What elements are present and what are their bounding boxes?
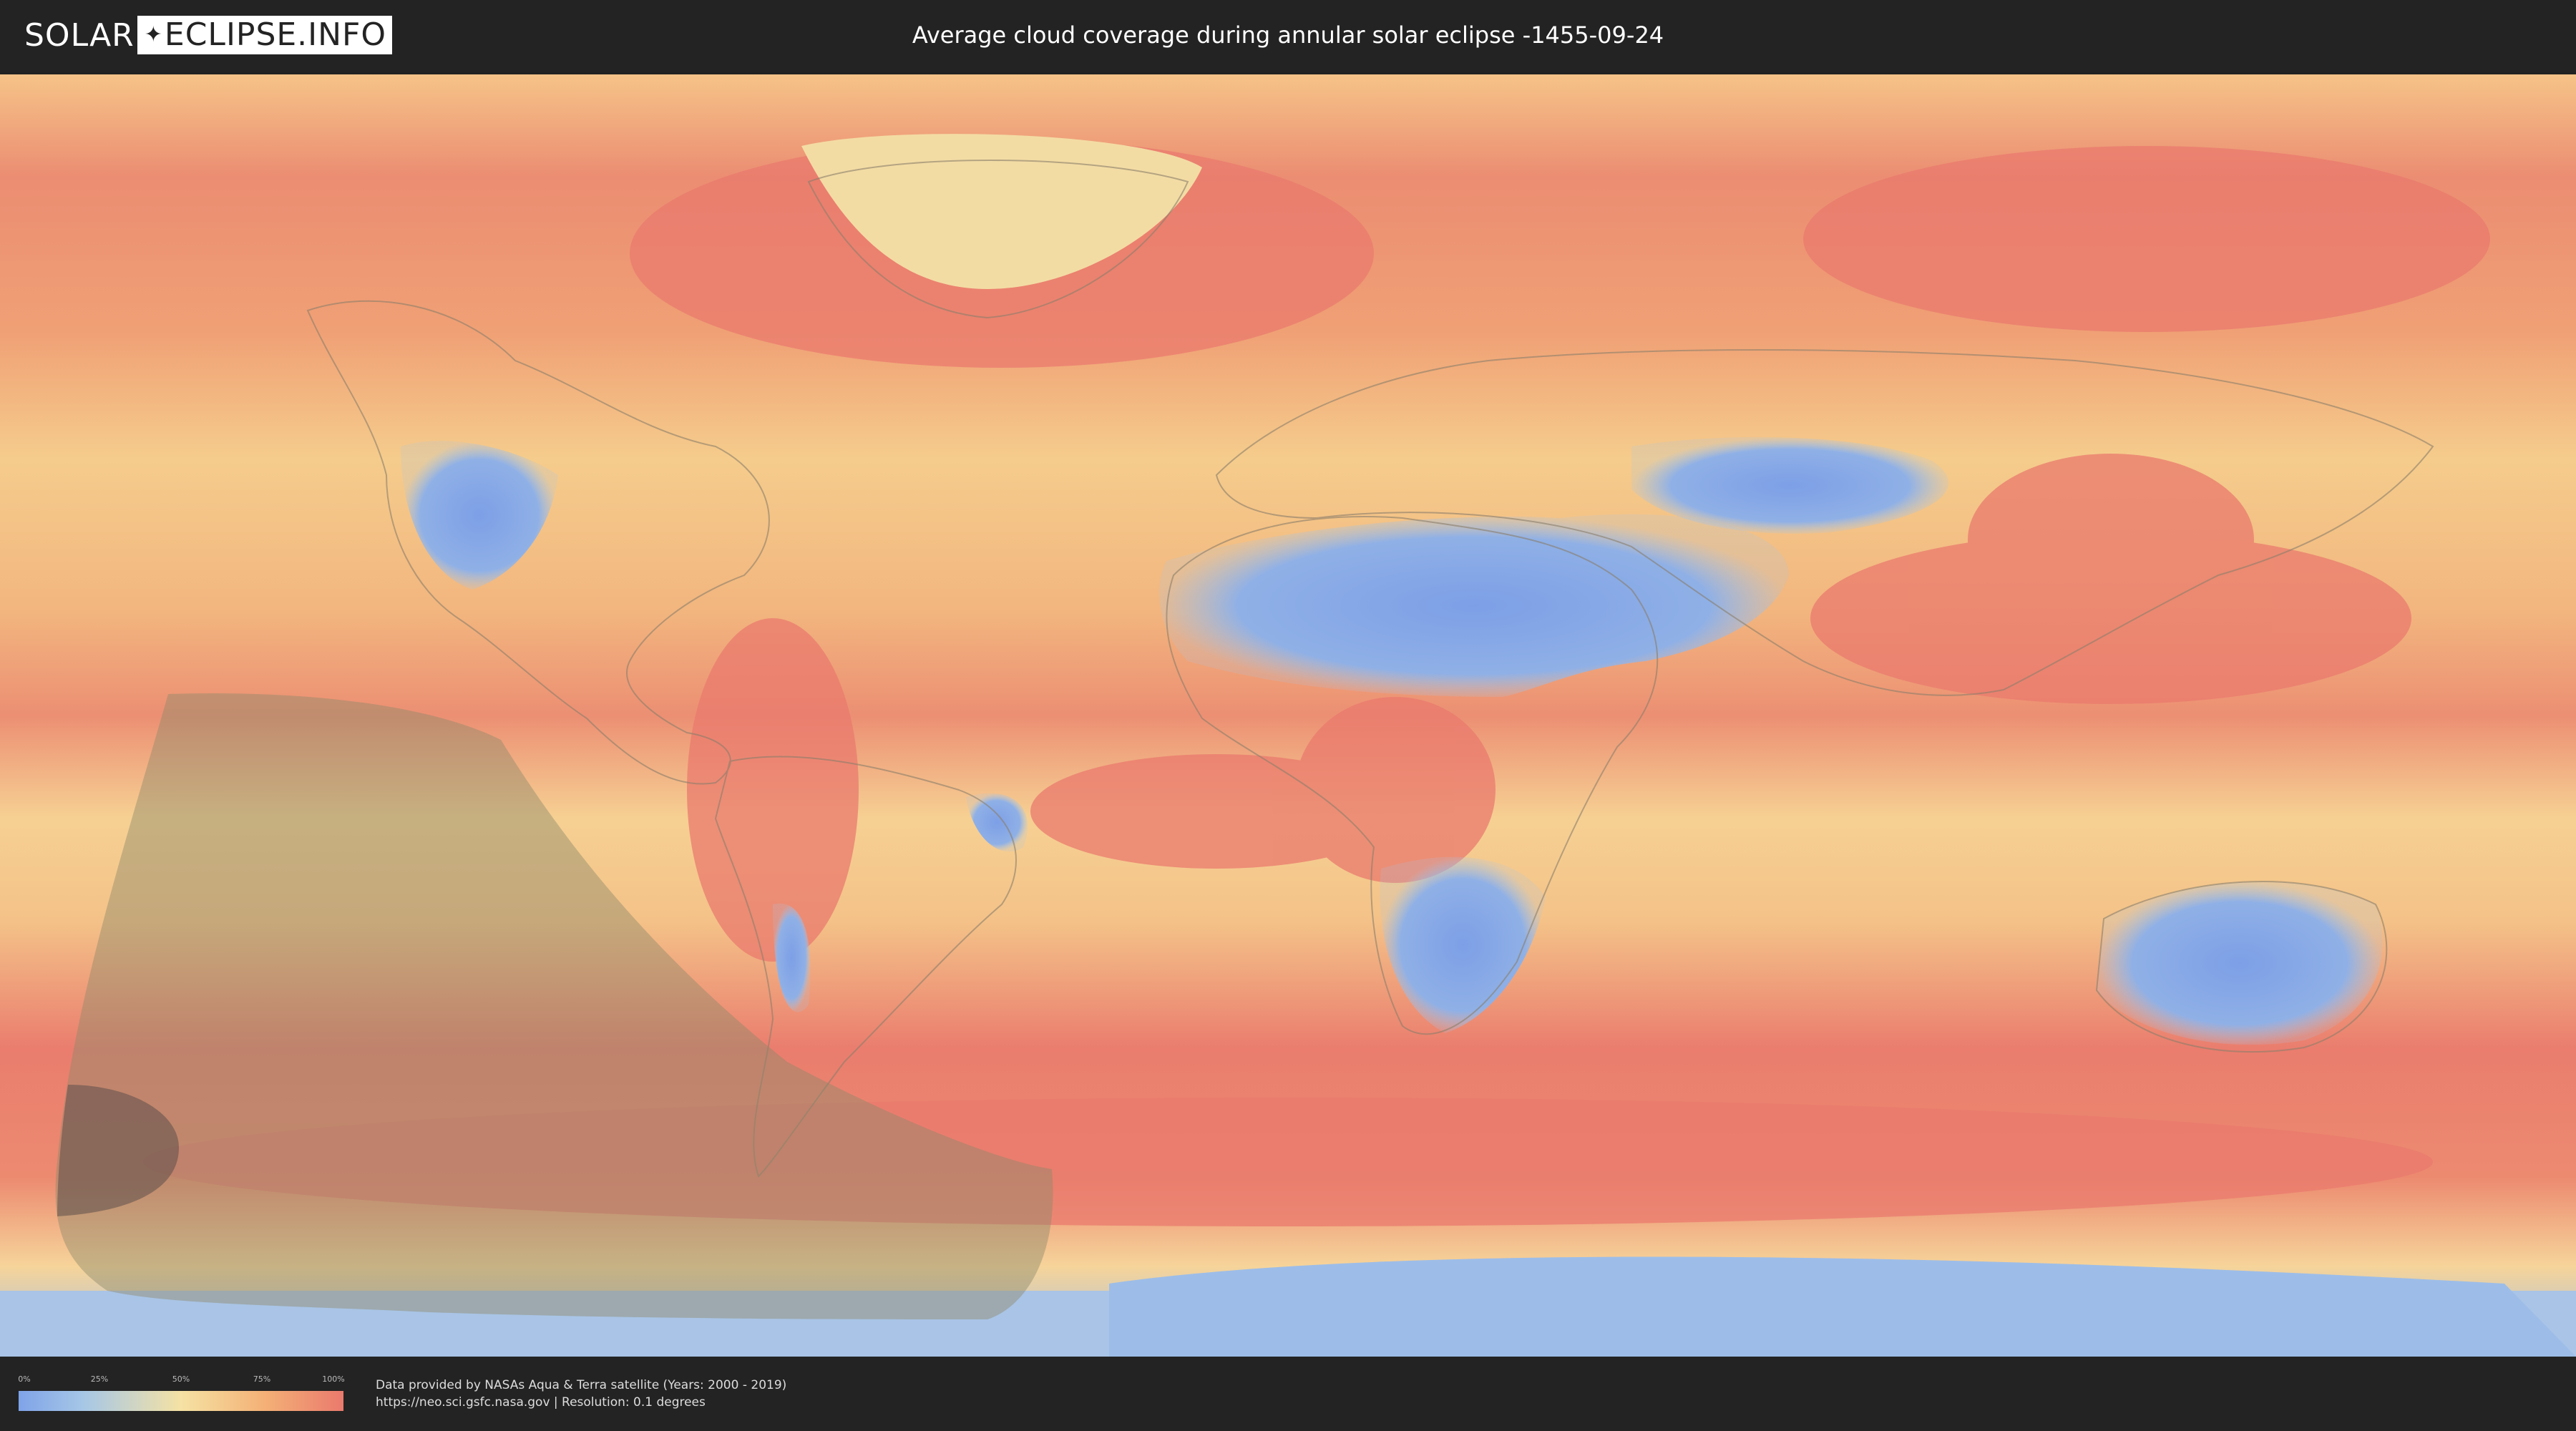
legend-tick-50: 50% [172, 1374, 190, 1384]
legend-ticks: 0% 25% 50% 75% 100% [18, 1374, 345, 1386]
legend-tick-75: 75% [253, 1374, 271, 1384]
credit-line-1: Data provided by NASAs Aqua & Terra sate… [376, 1378, 787, 1392]
legend-tick-100: 100% [322, 1374, 345, 1384]
cloud-coverage-map[interactable] [0, 74, 2576, 1357]
map-canvas [0, 74, 2576, 1357]
legend-tick-25: 25% [90, 1374, 109, 1384]
footer-bar [0, 1357, 2576, 1431]
credit-line-2[interactable]: https://neo.sci.gsfc.nasa.gov | Resoluti… [376, 1395, 706, 1410]
page-title: Average cloud coverage during annular so… [912, 21, 1664, 49]
legend-tick-0: 0% [18, 1374, 31, 1384]
header-bar: SOLAR ✦ ECLIPSE.INFO Average cloud cover… [0, 0, 2576, 72]
legend-color-bar [19, 1391, 343, 1411]
